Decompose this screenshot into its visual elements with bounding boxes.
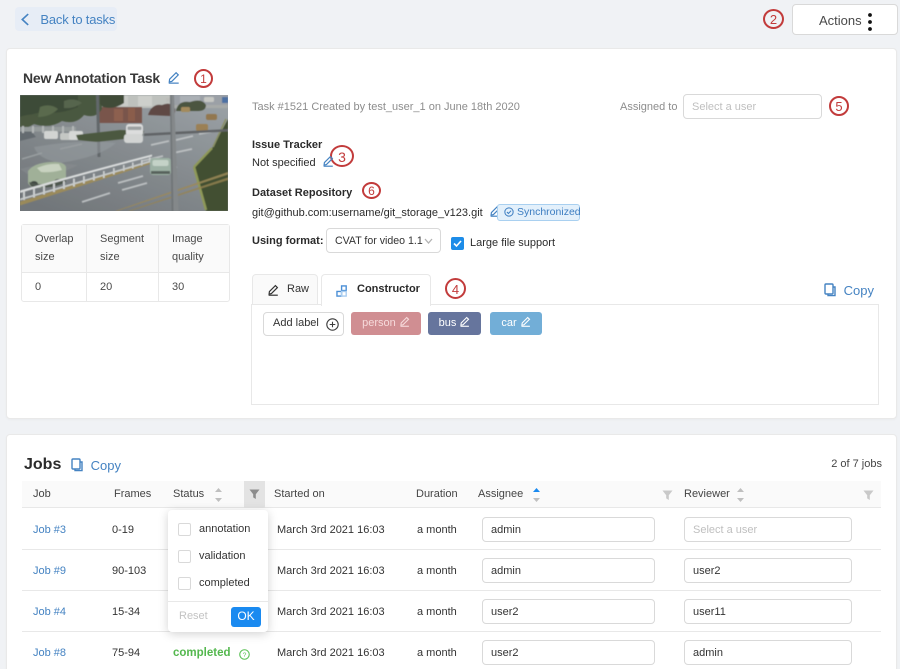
svg-text:?: ? <box>243 652 247 659</box>
